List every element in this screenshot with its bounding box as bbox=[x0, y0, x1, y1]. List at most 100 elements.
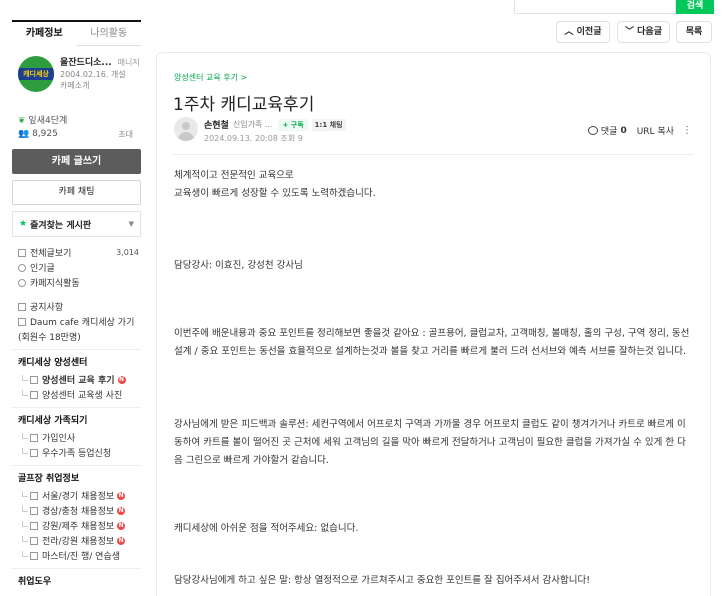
new-badge: N bbox=[117, 506, 126, 515]
board-breadcrumb[interactable]: 양성센터 교육 후기 > bbox=[174, 72, 247, 83]
new-badge: N bbox=[117, 521, 126, 530]
board-icon bbox=[30, 506, 38, 515]
section-jobs: 골프장 취업정보 bbox=[18, 474, 80, 484]
board-training-photos[interactable]: 양성센터 교육생 사진 bbox=[18, 387, 141, 402]
tab-cafe-info[interactable]: 카페정보 bbox=[12, 22, 77, 46]
member-count[interactable]: 8,925 bbox=[32, 129, 58, 139]
subscribe-button[interactable]: + 구독 bbox=[278, 118, 308, 131]
star-icon: ★ bbox=[19, 219, 28, 229]
menu-daum-members[interactable]: (회원수 18만명) bbox=[18, 329, 141, 344]
board-jobs-seoul[interactable]: 서울/경기 채용정보 N bbox=[18, 488, 141, 503]
menu-all-posts[interactable]: 전체글보기 3,014 bbox=[18, 245, 141, 260]
cafe-write-button[interactable]: 카페 글쓰기 bbox=[12, 149, 141, 174]
menu-notice[interactable]: 공지사항 bbox=[18, 299, 141, 314]
comment-label[interactable]: 댓글 bbox=[601, 124, 618, 137]
menu-popular[interactable]: 인기글 bbox=[18, 260, 141, 275]
chevron-down-icon: ▼ bbox=[128, 220, 134, 228]
board-label: 가입인사 bbox=[42, 434, 76, 444]
favorite-boards-label: 즐겨찾는 게시판 bbox=[30, 220, 92, 231]
members-icon: 👥 bbox=[18, 129, 30, 139]
menu-daum-link[interactable]: Daum cafe 캐디세상 가기 bbox=[18, 314, 141, 329]
list-button[interactable]: 목록 bbox=[676, 21, 712, 43]
cafe-logo[interactable]: 캐디세상 bbox=[18, 56, 54, 92]
board-icon bbox=[30, 491, 38, 500]
chevron-down-icon: ﹀ bbox=[625, 27, 635, 37]
url-copy-button[interactable]: URL 복사 bbox=[637, 124, 674, 137]
new-badge: N bbox=[117, 536, 126, 545]
board-label: 경상/충청 채용정보 bbox=[42, 507, 115, 517]
article-paragraph: 체계적이고 전문적인 교육으로 교육생이 빠르게 성장할 수 있도록 노력하겠습… bbox=[174, 170, 376, 199]
board-icon bbox=[30, 433, 38, 442]
cafe-level-label: 잎새4단계 bbox=[28, 116, 68, 126]
board-greetings[interactable]: 가입인사 bbox=[18, 430, 141, 445]
board-label: 양성센터 교육생 사진 bbox=[42, 391, 123, 401]
chevron-up-icon: ︿ bbox=[564, 27, 574, 37]
sidebar-tabs: 카페정보 나의활동 bbox=[12, 20, 141, 46]
new-badge: N bbox=[117, 375, 126, 384]
comment-count[interactable]: 0 bbox=[620, 126, 626, 136]
article-paragraph: 강사님에게 받은 피드백과 솔루션: 세컨구역에서 어프로치 구역과 가까울 경… bbox=[174, 419, 686, 466]
cafe-level: ❦ 잎새4단계 bbox=[12, 104, 141, 126]
board-jobs-gyeongsang[interactable]: 경상/충청 채용정보 N bbox=[18, 503, 141, 518]
manager-label[interactable]: 매니저 bbox=[118, 58, 140, 67]
cafe-meta: 올잔드디소... 매니저 2004.02.16. 개설 카페소개 bbox=[60, 56, 140, 104]
cafe-name[interactable]: 올잔드디소... bbox=[60, 58, 112, 68]
post-date-views: 2024.09.13. 20:08 조회 9 bbox=[204, 133, 303, 144]
board-jobs-master[interactable]: 마스터/진 행/ 연습생 bbox=[18, 548, 141, 563]
cafe-info: 캐디세상 올잔드디소... 매니저 2004.02.16. 개설 카페소개 bbox=[12, 46, 141, 104]
favorite-boards-toggle[interactable]: ★ 즐겨찾는 게시판 ▼ bbox=[12, 211, 141, 237]
invite-button[interactable]: 초대 bbox=[118, 129, 133, 144]
board-label: 전라/강원 채용정보 bbox=[42, 537, 115, 547]
popular-icon bbox=[18, 263, 26, 272]
author-name[interactable]: 손현철 bbox=[204, 118, 229, 131]
menu-label: 카페지식활동 bbox=[30, 279, 80, 289]
more-options-icon[interactable]: ⋮ bbox=[682, 125, 692, 136]
cafe-logo-text: 캐디세상 bbox=[18, 68, 54, 80]
article-paragraph: 담당강사님에게 하고 싶은 말: 항상 열정적으로 가르쳐주시고 중요한 포인트… bbox=[174, 575, 591, 586]
post-date: 2024.09.13. 20:08 bbox=[204, 134, 278, 143]
board-label: 서울/경기 채용정보 bbox=[42, 492, 115, 502]
section-job-helper: 취업도우 bbox=[18, 577, 52, 587]
board-icon bbox=[30, 536, 38, 545]
board-training-review[interactable]: 양성센터 교육 후기 N bbox=[18, 372, 141, 387]
author-avatar[interactable] bbox=[174, 117, 198, 141]
board-level-up[interactable]: 우수가족 등업신청 bbox=[18, 445, 141, 460]
article-paragraph: 이번주에 배운내용과 중요 포인트를 정리해보면 좋을것 같아요 : 골프용어,… bbox=[174, 328, 690, 357]
menu-label: 인기글 bbox=[30, 264, 55, 274]
board-icon bbox=[30, 521, 38, 530]
board-menu: 전체글보기 3,014 인기글 카페지식활동 공지사항 Daum cafe 캐디… bbox=[12, 237, 141, 591]
sprout-icon: ❦ bbox=[18, 116, 26, 126]
section-training-center: 캐디세상 양성센터 bbox=[18, 358, 88, 368]
prev-post-button[interactable]: ︿ 이전글 bbox=[556, 21, 610, 43]
link-icon bbox=[18, 317, 26, 326]
top-search-input[interactable] bbox=[514, 0, 676, 14]
article-card: 양성센터 교육 후기 > 1주차 캐디교육후기 손현철 신입가족 ... + 구… bbox=[156, 52, 711, 596]
top-search-button[interactable]: 검색 bbox=[676, 0, 714, 14]
board-icon bbox=[30, 448, 38, 457]
board-icon bbox=[30, 551, 38, 560]
menu-label: 공지사항 bbox=[30, 303, 64, 313]
cafe-founded: 2004.02.16. 개설 bbox=[60, 70, 126, 79]
cafe-chat-button[interactable]: 카페 채팅 bbox=[12, 180, 141, 205]
board-jobs-jeolla[interactable]: 전라/강원 채용정보 N bbox=[18, 533, 141, 548]
board-label: 마스터/진 행/ 연습생 bbox=[42, 552, 121, 562]
article-paragraph: 담당강사: 이효진, 강성천 강사님 bbox=[174, 260, 303, 271]
next-post-button[interactable]: ﹀ 다음글 bbox=[617, 21, 670, 43]
member-row: 👥 8,925 초대 bbox=[12, 126, 141, 144]
board-label: 강원/제주 채용정보 bbox=[42, 522, 115, 532]
menu-label: 전체글보기 bbox=[30, 249, 72, 259]
next-label: 다음글 bbox=[637, 27, 662, 37]
article-paragraph: 캐디세상에 아쉬운 점을 적어주세요: 없습니다. bbox=[174, 523, 359, 534]
menu-label: (회원수 18만명) bbox=[18, 333, 81, 343]
menu-knowledge[interactable]: 카페지식활동 bbox=[18, 275, 141, 290]
knowledge-icon bbox=[18, 278, 26, 287]
author-rank: 신입가족 ... bbox=[232, 120, 273, 129]
menu-label: Daum cafe 캐디세상 가기 bbox=[30, 318, 135, 328]
header-divider bbox=[173, 154, 694, 155]
list-icon bbox=[18, 248, 26, 257]
board-jobs-gangwon[interactable]: 강원/제주 채용정보 N bbox=[18, 518, 141, 533]
cafe-intro-link[interactable]: 카페소개 bbox=[60, 80, 140, 91]
tab-my-activity[interactable]: 나의활동 bbox=[76, 22, 141, 46]
one-on-one-chat-button[interactable]: 1:1 채팅 bbox=[311, 118, 346, 131]
post-count: 3,014 bbox=[116, 248, 139, 257]
